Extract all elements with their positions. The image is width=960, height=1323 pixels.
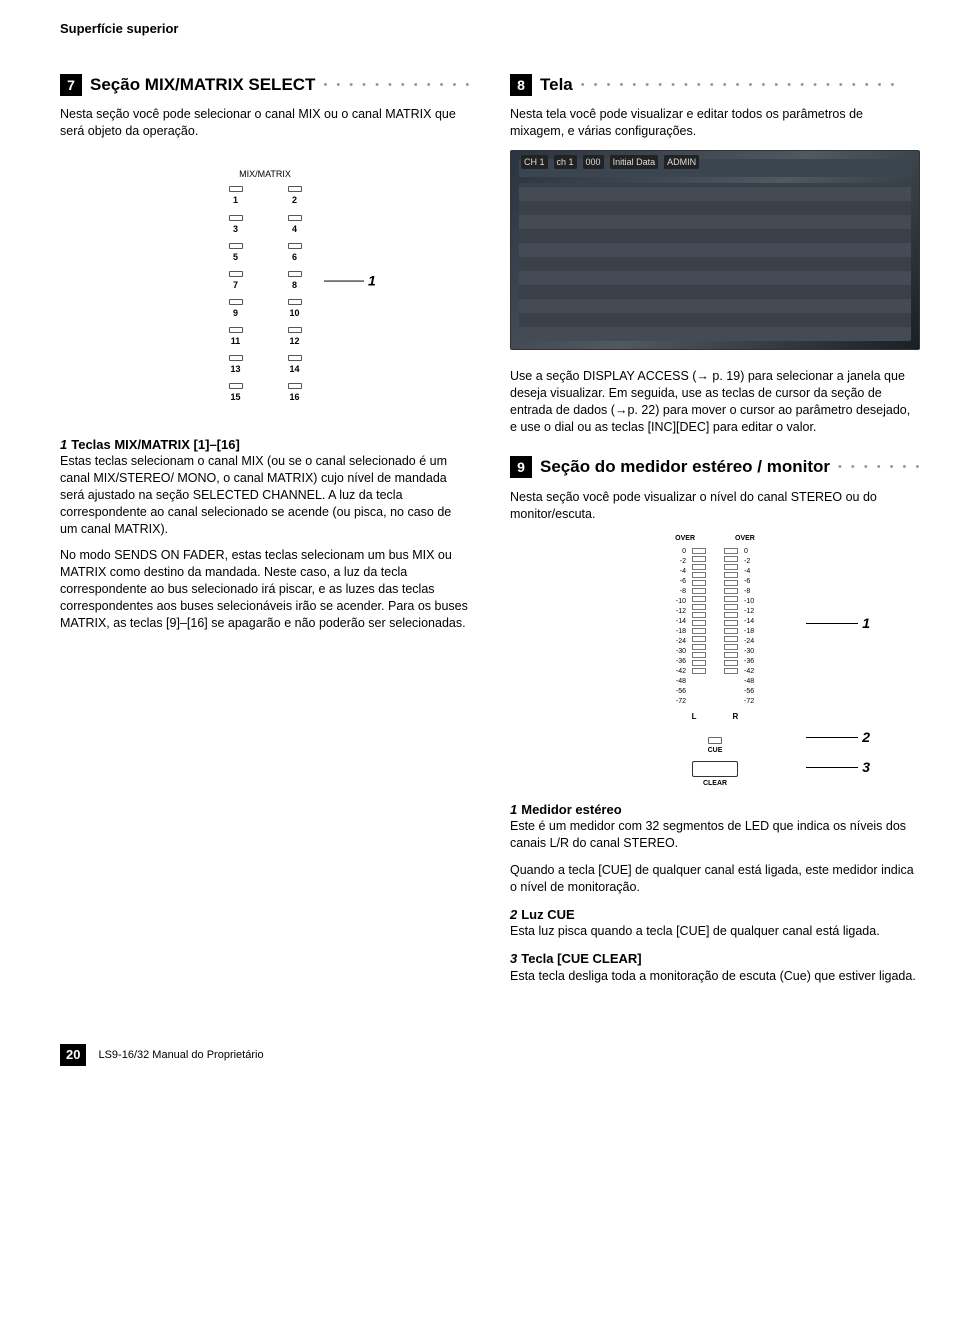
section-9-intro: Nesta seção você pode visualizar o nível… <box>510 489 920 523</box>
mixmatrix-button[interactable]: 3 <box>223 215 249 235</box>
callout-meter-3: 3 <box>806 758 870 777</box>
section-9-number: 9 <box>510 456 532 478</box>
section-7-number: 7 <box>60 74 82 96</box>
mixmatrix-button[interactable]: 14 <box>282 355 308 375</box>
section-7-head: 7 Seção MIX/MATRIX SELECT • • • • • • • … <box>60 74 470 97</box>
mixmatrix-panel: MIX/MATRIX 1 2 3 4 5 6 7 8 1 <box>200 160 330 411</box>
mixmatrix-button[interactable]: 12 <box>282 327 308 347</box>
section-8-para: Use a seção DISPLAY ACCESS (→ p. 19) par… <box>510 368 920 436</box>
mixmatrix-button[interactable]: 16 <box>282 383 308 403</box>
page-footer: 20 LS9-16/32 Manual do Proprietário <box>60 1044 920 1066</box>
section-9-title: Seção do medidor estéreo / monitor <box>540 456 830 479</box>
section-8-title: Tela <box>540 74 573 97</box>
section-8-head: 8 Tela • • • • • • • • • • • • • • • • •… <box>510 74 920 97</box>
page-header: Superfície superior <box>60 20 920 38</box>
callout-1: 1 <box>324 271 376 290</box>
mixmatrix-button[interactable]: 6 <box>282 243 308 263</box>
stereo-meter-diagram: OVER OVER 0-2-4-6-8-10-12-14-18-24-30-36… <box>620 534 810 788</box>
sec9-item-2: 2Luz CUE Esta luz pisca quando a tecla [… <box>510 906 920 940</box>
mixmatrix-button[interactable]: 4 <box>282 215 308 235</box>
dots-icon: • • • • • • • • • • • • • • • • • • • • … <box>838 460 920 475</box>
manual-title: LS9-16/32 Manual do Proprietário <box>98 1048 263 1063</box>
callout-meter-2: 2 <box>806 728 870 747</box>
left-column: 7 Seção MIX/MATRIX SELECT • • • • • • • … <box>60 74 470 995</box>
dots-icon: • • • • • • • • • • • • • • • • • • • • … <box>323 78 470 93</box>
mixmatrix-panel-title: MIX/MATRIX <box>206 168 324 180</box>
callout-meter-1: 1 <box>806 614 870 633</box>
section-7-title: Seção MIX/MATRIX SELECT <box>90 74 315 97</box>
sec9-item-3: 3Tecla [CUE CLEAR] Esta tecla desliga to… <box>510 950 920 984</box>
sec7-item1-p2: No modo SENDS ON FADER, estas teclas sel… <box>60 547 470 631</box>
mixmatrix-button[interactable]: 7 <box>223 271 249 291</box>
dots-icon: • • • • • • • • • • • • • • • • • • • • … <box>581 78 920 93</box>
mixmatrix-button[interactable]: 15 <box>223 383 249 403</box>
sec7-item-1: 1Teclas MIX/MATRIX [1]–[16] Estas teclas… <box>60 436 470 632</box>
right-column: 8 Tela • • • • • • • • • • • • • • • • •… <box>510 74 920 995</box>
cue-led-icon <box>708 737 722 744</box>
sec9-item-1: 1Medidor estéreo Este é um medidor com 3… <box>510 801 920 896</box>
cue-clear-button[interactable] <box>692 761 738 777</box>
mixmatrix-button[interactable]: 9 <box>223 299 249 319</box>
section-8-number: 8 <box>510 74 532 96</box>
mixmatrix-button[interactable]: 1 <box>223 186 249 206</box>
section-8-intro: Nesta tela você pode visualizar e editar… <box>510 106 920 140</box>
mixmatrix-button[interactable]: 13 <box>223 355 249 375</box>
mixmatrix-button[interactable]: 11 <box>223 327 249 347</box>
mixmatrix-button[interactable]: 5 <box>223 243 249 263</box>
mixmatrix-button[interactable]: 2 <box>282 186 308 206</box>
sec7-item1-p1: Estas teclas selecionam o canal MIX (ou … <box>60 453 470 537</box>
page-number: 20 <box>60 1044 86 1066</box>
section-9-head: 9 Seção do medidor estéreo / monitor • •… <box>510 456 920 479</box>
mixmatrix-button[interactable]: 10 <box>282 299 308 319</box>
mixmatrix-button[interactable]: 8 <box>282 271 308 291</box>
section-7-intro: Nesta seção você pode selecionar o canal… <box>60 106 470 140</box>
lcd-screenshot: CH 1 ch 1 000 Initial Data ADMIN <box>510 150 920 350</box>
